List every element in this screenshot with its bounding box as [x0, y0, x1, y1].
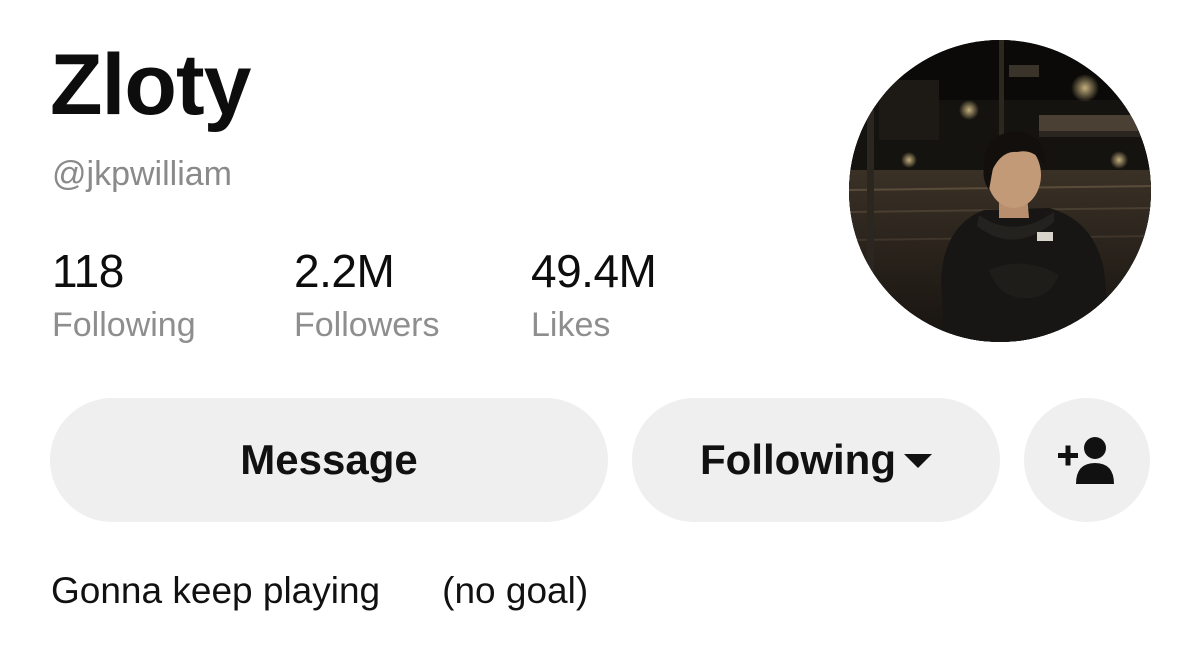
profile-username: @jkpwilliam [52, 155, 232, 193]
bio-text-part2: (no goal) [442, 570, 589, 611]
add-user-icon [1058, 437, 1114, 484]
stat-following[interactable]: 118 Following [52, 248, 196, 342]
bio-text-part1: Gonna keep playing [51, 570, 381, 611]
profile-display-name: Zloty [50, 37, 251, 133]
following-button-label: Following [700, 436, 896, 483]
stat-likes: 49.4M Likes [531, 245, 657, 344]
add-friend-button[interactable] [1024, 398, 1150, 522]
message-button-label: Message [240, 436, 418, 483]
following-button[interactable]: Following [632, 398, 1000, 522]
profile-bio: Gonna keep playing (no goal) [51, 572, 588, 609]
stat-followers-label: Followers [294, 306, 440, 344]
avatar-photo [849, 40, 1151, 342]
stat-following-label: Following [52, 306, 196, 344]
message-button[interactable]: Message [50, 398, 608, 522]
stat-followers-count: 2.2M [294, 245, 395, 297]
stat-followers[interactable]: 2.2M Followers [294, 248, 439, 342]
stat-likes-label: Likes [531, 306, 611, 344]
stat-following-count: 118 [52, 245, 124, 297]
stat-likes-count: 49.4M [531, 245, 657, 297]
avatar[interactable] [849, 40, 1151, 342]
caret-down-icon [903, 454, 932, 468]
